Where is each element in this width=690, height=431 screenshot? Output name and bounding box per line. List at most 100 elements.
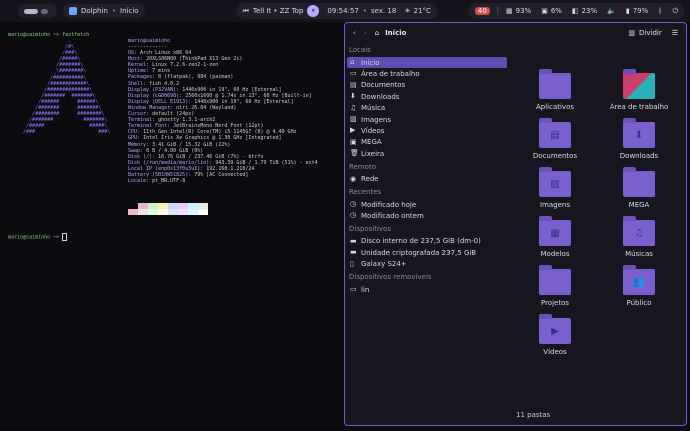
sidebar-item[interactable]: ♫ Música [347,103,507,114]
folder-item[interactable]: ⬇ Downloads [597,118,681,160]
sidebar-item[interactable]: ▬ Unidade criptografada 237,5 GiB [347,247,507,258]
memory-icon: ▦ [506,7,513,15]
disk-usage: 23% [581,7,598,15]
sidebar-item[interactable]: ▭ lin [347,284,507,295]
info-value: 1440x900 in 19", 60 Hz [External] [182,86,282,93]
workspace-2[interactable] [41,8,48,14]
info-value: 7 mins [152,68,171,75]
sidebar-item[interactable]: ⌂ Início [347,57,507,68]
workspace-1[interactable] [24,8,38,14]
info-key: Packages: [128,74,159,81]
forward-icon[interactable]: › [364,29,367,37]
top-panel: Dolphin • Início ⏮ Tell It • ZZ Top ⏸ 09… [0,0,690,22]
back-icon[interactable]: ‹ [353,29,356,37]
info-key: Disk (/run/media/mario/lin): [128,159,216,166]
sidebar-section-2: Recentes [349,188,382,196]
music-title: Tell It • ZZ Top [252,7,304,15]
notifications-badge[interactable]: 40 [474,7,490,15]
play-pause-button[interactable]: ⏸ [307,5,320,17]
folder-symbol-icon: ♫ [634,228,644,239]
breadcrumb[interactable]: Início [385,29,406,37]
bluetooth-icon[interactable]: ᛒ [658,7,662,15]
sidebar-item[interactable]: ▨ Imagens [347,114,507,125]
info-key: Terminal: [128,117,159,124]
folder-icon [539,69,571,99]
swatch [198,209,208,215]
sidebar-item-label: Documentos [361,81,406,90]
date: sex. 18 [371,7,397,15]
folder-item[interactable]: Aplicativos [513,69,597,111]
swatch [158,209,168,215]
sidebar-item[interactable]: ◷ Modificado hoje [347,199,507,210]
sidebar-item[interactable]: ⬇ Downloads [347,91,507,102]
sidebar-item[interactable]: ▶ Vídeos [347,125,507,136]
active-window[interactable]: Dolphin • Início [63,4,145,18]
folder-symbol-icon: 👥 [632,277,646,288]
sidebar-item[interactable]: 🗑 Lixeira [347,148,507,159]
info-key: Swap: [128,147,147,154]
folder-symbol-icon: ▶ [551,326,559,337]
swatch [188,209,198,215]
sidebar-item-label: Unidade criptografada 237,5 GiB [361,248,477,257]
sidebar-item[interactable]: ▭ Área de trabalho [347,68,507,79]
folder-item[interactable]: ▶ Vídeos [513,314,597,356]
sidebar-item-icon: ▬ [350,248,357,257]
folder-label: Aplicativos [535,103,575,111]
info-value: 79% [AC Connected] [194,172,249,178]
cpu-icon: ▣ [541,7,548,15]
folder-icon: ▦ [539,216,571,246]
info-key: Display (DELL E1913): [128,98,195,105]
sidebar-item-label: Modificado hoje [361,200,417,209]
clock: 09:54:57 [327,7,359,15]
sidebar-item-label: Imagens [361,115,392,124]
power-icon[interactable]: ⏻ [672,7,678,16]
terminal-window[interactable]: mario@saimínho ~> fastfetch . /#\ /###\ … [0,22,340,431]
info-key: Cursor: [128,111,153,117]
info-value: Intel Iris Xe Graphics @ 1.30 GHz [Integ… [143,135,282,142]
swatch [178,209,188,215]
folder-label: Imagens [539,201,570,209]
cursor[interactable] [62,233,68,241]
sidebar-item[interactable]: ▬ Disco interno de 237,5 GiB (dm-0) [347,236,507,247]
volume-icon[interactable]: 🔈 [607,7,616,15]
media-center[interactable]: ⏮ Tell It • ZZ Top ⏸ 09:54:57 • sex. 18 … [236,3,437,19]
split-button[interactable]: Dividir [639,29,662,37]
folder-label: Músicas [625,250,653,258]
info-value: JetBrainsMono Nerd Font (12pt) [173,123,264,130]
folder-item[interactable]: ▦ Modelos [513,216,597,258]
folder-item[interactable]: ▤ Documentos [513,118,597,160]
folder-label: Documentos [532,152,578,160]
files-view[interactable]: Aplicativos Área de trabalho ▤ Documentos ⬇ D… [511,43,686,425]
sidebar-item[interactable]: ◉ Rede [347,174,507,185]
previous-icon[interactable]: ⏮ [243,7,249,16]
menu-icon[interactable]: ☰ [672,29,678,37]
sidebar: Locais ⌂ Início ▭ Área de trabalho ▤ Documento… [345,43,511,425]
sidebar-item[interactable]: ▣ MEGA [347,137,507,148]
folder-item[interactable]: ♫ Músicas [597,216,681,258]
weather-icon: ☀ [404,7,411,15]
folder-item[interactable]: MEGA [597,167,681,209]
folder-item[interactable]: Projetos [513,265,597,307]
folder-item[interactable]: Área de trabalho [597,69,681,111]
workspace-indicator[interactable] [18,4,57,18]
sidebar-item[interactable]: ▯ Galaxy S24+ [347,259,507,270]
swatch [168,209,178,215]
prompt-text-2: mario@saimínho ~> [8,234,60,241]
sidebar-item[interactable]: ▤ Documentos [347,80,507,91]
home-icon[interactable]: ⌂ [375,29,379,37]
info-value: 1440x900 in 19", 60 Hz [External] [194,98,294,105]
weather: 21°C [413,7,431,15]
sidebar-item-icon: ▭ [350,69,357,78]
dolphin-window[interactable]: ‹ › ⌂ Início ▥ Dividir ☰ Locais ⌂ Início ▭ Á… [344,22,687,426]
app-sub: Início [120,7,139,15]
folder-item[interactable]: 👥 Público [597,265,681,307]
info-key: Window Manager: [128,104,177,111]
sidebar-item-label: lin [361,285,370,294]
dolphin-icon [69,7,77,15]
folder-label: Modelos [540,250,570,258]
sidebar-item[interactable]: ◷ Modificado ontem [347,210,507,221]
sidebar-item-label: Galaxy S24+ [361,260,407,269]
folder-label: MEGA [628,201,650,209]
sidebar-item-label: Modificado ontem [361,211,424,220]
folder-item[interactable]: ▨ Imagens [513,167,597,209]
